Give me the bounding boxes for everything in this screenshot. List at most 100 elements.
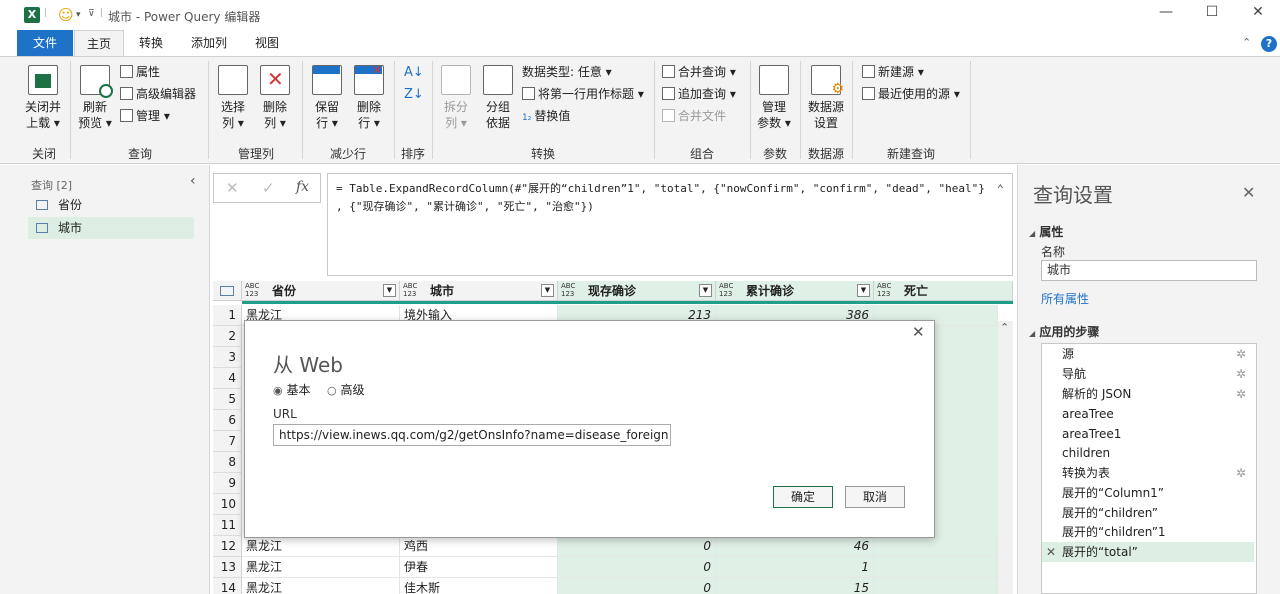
- sort-ascending-icon[interactable]: A↓: [404, 63, 424, 83]
- gear-icon[interactable]: ✲: [1236, 344, 1246, 364]
- scroll-up-icon[interactable]: ⌃: [1000, 321, 1009, 334]
- filter-dropdown-icon[interactable]: ▼: [857, 284, 870, 297]
- cell-dead[interactable]: [874, 578, 998, 594]
- tab-file[interactable]: 文件: [17, 30, 73, 56]
- row-number[interactable]: 2: [213, 326, 242, 347]
- cell-now-confirm[interactable]: 0: [558, 578, 716, 594]
- table-menu-button[interactable]: [213, 281, 242, 301]
- gear-icon[interactable]: ✲: [1236, 384, 1246, 404]
- cancel-formula-icon[interactable]: ✕: [226, 179, 239, 197]
- row-number[interactable]: 6: [213, 410, 242, 431]
- collapse-ribbon-icon[interactable]: ⌃: [1242, 36, 1251, 49]
- step-item[interactable]: areaTree1: [1062, 424, 1252, 444]
- row-number[interactable]: 7: [213, 431, 242, 452]
- choose-columns-button[interactable]: 选择 列 ▾: [214, 65, 252, 131]
- tab-view[interactable]: 视图: [244, 30, 290, 56]
- step-item[interactable]: children: [1062, 443, 1252, 463]
- combine-files-button[interactable]: 合并文件: [662, 107, 726, 125]
- data-type-dropdown[interactable]: 数据类型: 任意 ▾: [522, 63, 612, 81]
- step-item[interactable]: 转换为表 ✲: [1062, 463, 1252, 483]
- advanced-editor-button[interactable]: 高级编辑器: [120, 85, 196, 103]
- merge-queries-button[interactable]: 合并查询 ▾: [662, 63, 736, 81]
- row-number[interactable]: 1: [213, 305, 242, 326]
- applied-steps-header[interactable]: ◢ 应用的步骤: [1029, 323, 1099, 340]
- grid-vertical-scrollbar[interactable]: ⌃: [998, 321, 1013, 594]
- tab-transform[interactable]: 转换: [128, 30, 174, 56]
- radio-basic[interactable]: ◉ 基本: [273, 381, 310, 398]
- cell-now-confirm[interactable]: 0: [558, 557, 716, 578]
- cell-province[interactable]: 黑龙江: [242, 578, 400, 594]
- formula-editor[interactable]: = Table.ExpandRecordColumn(#"展开的“childre…: [327, 173, 1013, 276]
- use-first-row-button[interactable]: 将第一行用作标题 ▾: [522, 85, 644, 103]
- query-item-province[interactable]: 省份: [28, 194, 194, 216]
- step-item[interactable]: 导航 ✲: [1062, 364, 1252, 384]
- cell-city[interactable]: 佳木斯: [400, 578, 558, 594]
- keep-rows-button[interactable]: 保留 行 ▾: [308, 65, 346, 131]
- column-header-dead[interactable]: ABC 123 死亡: [874, 281, 1013, 301]
- filter-dropdown-icon[interactable]: ▼: [383, 284, 396, 297]
- collapse-formula-icon[interactable]: ⌃: [997, 180, 1004, 198]
- row-number[interactable]: 12: [213, 536, 242, 557]
- step-item[interactable]: areaTree: [1062, 404, 1252, 424]
- cell-total-confirm[interactable]: 15: [716, 578, 874, 594]
- row-number[interactable]: 5: [213, 389, 242, 410]
- close-settings-icon[interactable]: ✕: [1242, 183, 1255, 202]
- close-dialog-icon[interactable]: ✕: [912, 323, 925, 341]
- ok-button[interactable]: 确定: [773, 486, 833, 508]
- filter-dropdown-icon[interactable]: ▼: [699, 284, 712, 297]
- cell-dead[interactable]: [874, 557, 998, 578]
- split-column-button[interactable]: 拆分 列 ▾: [438, 65, 474, 131]
- row-number[interactable]: 11: [213, 515, 242, 536]
- smiley-feedback-icon[interactable]: ☺: [58, 6, 74, 24]
- close-and-load-button[interactable]: 关闭并 上载 ▾: [20, 65, 66, 131]
- refresh-preview-button[interactable]: 刷新 预览 ▾: [76, 65, 114, 131]
- close-window-button[interactable]: ✕: [1243, 4, 1273, 20]
- row-number[interactable]: 8: [213, 452, 242, 473]
- gear-icon[interactable]: ✲: [1236, 463, 1246, 483]
- properties-section-header[interactable]: ◢ 属性: [1029, 223, 1063, 240]
- cancel-button[interactable]: 取消: [845, 486, 905, 508]
- row-number[interactable]: 13: [213, 557, 242, 578]
- step-item[interactable]: 展开的“children”: [1062, 503, 1252, 523]
- help-icon[interactable]: ?: [1261, 36, 1277, 52]
- remove-rows-button[interactable]: ✕ 删除 行 ▾: [350, 63, 388, 131]
- column-header-total-confirm[interactable]: ABC 123 累计确诊 ▼: [716, 281, 874, 301]
- row-number[interactable]: 10: [213, 494, 242, 515]
- cell-province[interactable]: 黑龙江: [242, 536, 400, 557]
- row-number[interactable]: 14: [213, 578, 242, 594]
- cell-city[interactable]: 伊春: [400, 557, 558, 578]
- cell-total-confirm[interactable]: 46: [716, 536, 874, 557]
- column-header-city[interactable]: ABC 123 城市 ▼: [400, 281, 558, 301]
- group-by-button[interactable]: 分组 依据: [480, 65, 516, 131]
- remove-columns-button[interactable]: ✕ 删除 列 ▾: [256, 65, 294, 131]
- query-name-input[interactable]: 城市: [1041, 260, 1257, 281]
- cell-province[interactable]: 黑龙江: [242, 557, 400, 578]
- column-header-province[interactable]: ABC 123 省份 ▼: [242, 281, 400, 301]
- append-queries-button[interactable]: 追加查询 ▾: [662, 85, 736, 103]
- manage-button[interactable]: 管理 ▾: [120, 107, 170, 125]
- function-icon[interactable]: fx: [296, 179, 309, 195]
- gear-icon[interactable]: ✲: [1236, 364, 1246, 384]
- replace-values-button[interactable]: 1₂ 替换值: [522, 107, 570, 127]
- row-number[interactable]: 3: [213, 347, 242, 368]
- cell-city[interactable]: 鸡西: [400, 536, 558, 557]
- properties-button[interactable]: 属性: [120, 63, 160, 81]
- query-item-city[interactable]: 城市: [28, 217, 194, 239]
- commit-formula-icon[interactable]: ✓: [262, 179, 275, 197]
- column-header-now-confirm[interactable]: ABC 123 现存确诊 ▼: [558, 281, 716, 301]
- collapse-queries-icon[interactable]: ‹: [190, 173, 196, 189]
- delete-step-icon[interactable]: ✕: [1046, 542, 1056, 562]
- feedback-dropdown-icon[interactable]: ▾: [76, 10, 81, 20]
- cell-total-confirm[interactable]: 1: [716, 557, 874, 578]
- url-input[interactable]: https://view.inews.qq.com/g2/getOnsInfo?…: [273, 424, 671, 446]
- all-properties-link[interactable]: 所有属性: [1041, 290, 1089, 307]
- row-number[interactable]: 4: [213, 368, 242, 389]
- tab-add-column[interactable]: 添加列: [180, 30, 238, 56]
- radio-advanced[interactable]: ○ 高级: [327, 381, 364, 398]
- tab-home[interactable]: 主页: [74, 30, 124, 56]
- recent-sources-button[interactable]: 最近使用的源 ▾: [862, 85, 960, 103]
- customize-toolbar-icon[interactable]: ⊽: [88, 9, 95, 19]
- step-item-selected[interactable]: 展开的“total”: [1062, 542, 1252, 562]
- cell-dead[interactable]: [874, 536, 998, 557]
- maximize-button[interactable]: ☐: [1197, 4, 1227, 20]
